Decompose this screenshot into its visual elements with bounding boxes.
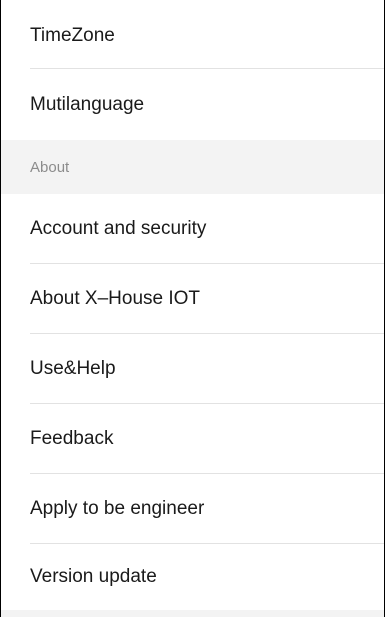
menu-item-account-security[interactable]: Account and security xyxy=(1,194,384,263)
menu-item-label: Feedback xyxy=(30,427,114,449)
menu-item-label: Mutilanguage xyxy=(30,93,145,115)
menu-item-label: Apply to be engineer xyxy=(30,497,205,519)
menu-item-feedback[interactable]: Feedback xyxy=(1,404,384,473)
menu-item-about-xhouse[interactable]: About X–House IOT xyxy=(1,264,384,333)
menu-item-label: About X–House IOT xyxy=(30,287,201,309)
menu-item-label: TimeZone xyxy=(30,25,115,46)
section-header-label: About xyxy=(30,158,70,176)
settings-panel: TimeZone Mutilanguage About Account and … xyxy=(0,0,385,617)
menu-item-apply-engineer[interactable]: Apply to be engineer xyxy=(1,474,384,543)
menu-item-mutilanguage[interactable]: Mutilanguage xyxy=(1,69,384,140)
menu-item-label: Account and security xyxy=(30,217,207,239)
menu-item-use-help[interactable]: Use&Help xyxy=(1,334,384,403)
menu-item-timezone[interactable]: TimeZone xyxy=(1,4,384,68)
menu-item-label: Version update xyxy=(30,566,157,587)
menu-item-label: Use&Help xyxy=(30,357,116,379)
section-header-about: About xyxy=(1,140,384,194)
menu-item-version-update[interactable]: Version update xyxy=(1,544,384,610)
bottom-spacer xyxy=(1,610,384,617)
